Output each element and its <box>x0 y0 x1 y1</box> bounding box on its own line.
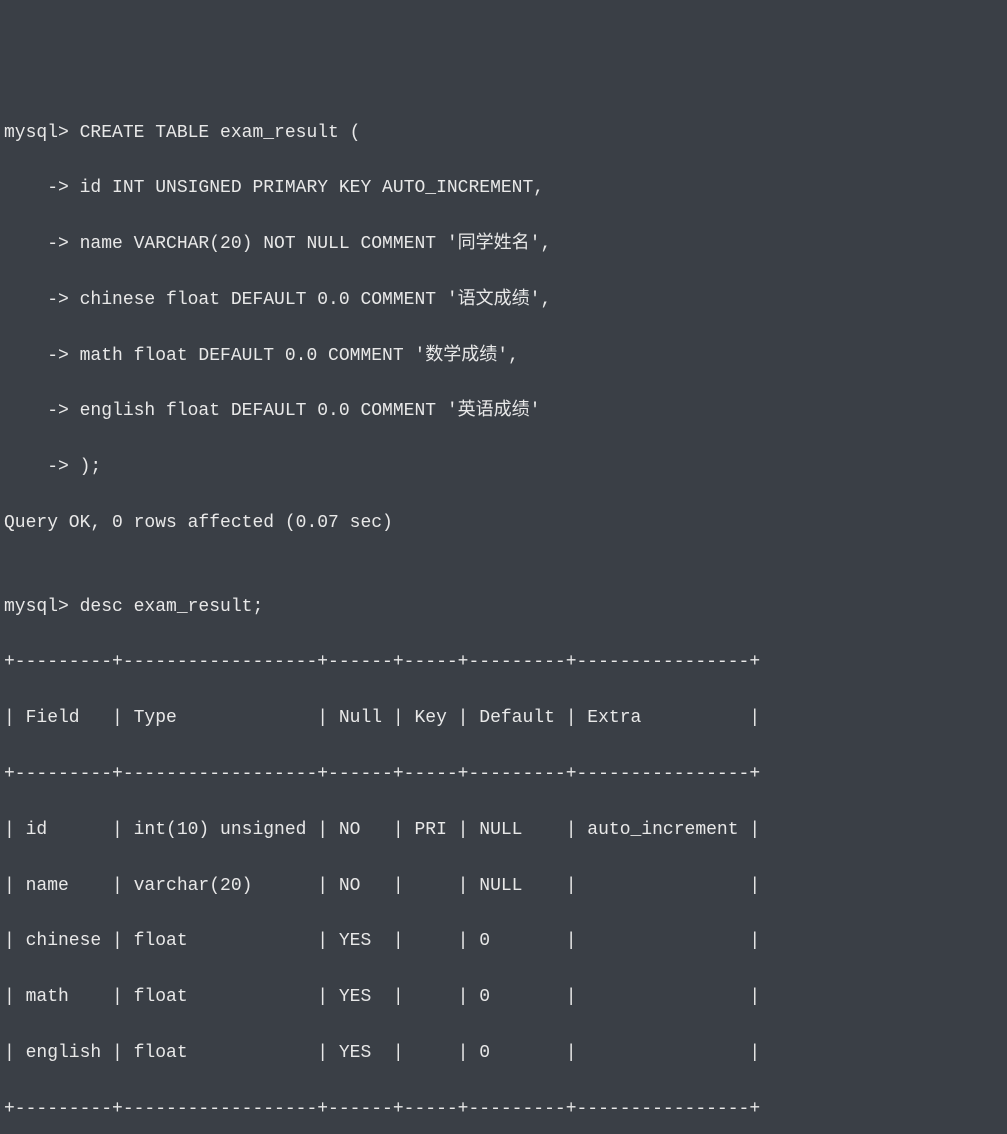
sql-create-line-2: -> name VARCHAR(20) NOT NULL COMMENT '同学… <box>4 231 1003 259</box>
table-header-row: | Field | Type | Null | Key | Default | … <box>4 705 1003 733</box>
query-ok-line: Query OK, 0 rows affected (0.07 sec) <box>4 510 1003 538</box>
sql-create-line-5: -> english float DEFAULT 0.0 COMMENT '英语… <box>4 398 1003 426</box>
table-border-top: +---------+------------------+------+---… <box>4 649 1003 677</box>
sql-create-line-6: -> ); <box>4 454 1003 482</box>
table-border-mid: +---------+------------------+------+---… <box>4 761 1003 789</box>
table-row-english: | english | float | YES | | 0 | | <box>4 1040 1003 1068</box>
sql-create-line-4: -> math float DEFAULT 0.0 COMMENT '数学成绩'… <box>4 343 1003 371</box>
table-border-bottom: +---------+------------------+------+---… <box>4 1096 1003 1124</box>
sql-create-line-0: mysql> CREATE TABLE exam_result ( <box>4 120 1003 148</box>
table-row-math: | math | float | YES | | 0 | | <box>4 984 1003 1012</box>
table-row-name: | name | varchar(20) | NO | | NULL | | <box>4 873 1003 901</box>
sql-create-line-1: -> id INT UNSIGNED PRIMARY KEY AUTO_INCR… <box>4 175 1003 203</box>
desc-command-line: mysql> desc exam_result; <box>4 594 1003 622</box>
table-row-chinese: | chinese | float | YES | | 0 | | <box>4 928 1003 956</box>
sql-create-line-3: -> chinese float DEFAULT 0.0 COMMENT '语文… <box>4 287 1003 315</box>
table-row-id: | id | int(10) unsigned | NO | PRI | NUL… <box>4 817 1003 845</box>
